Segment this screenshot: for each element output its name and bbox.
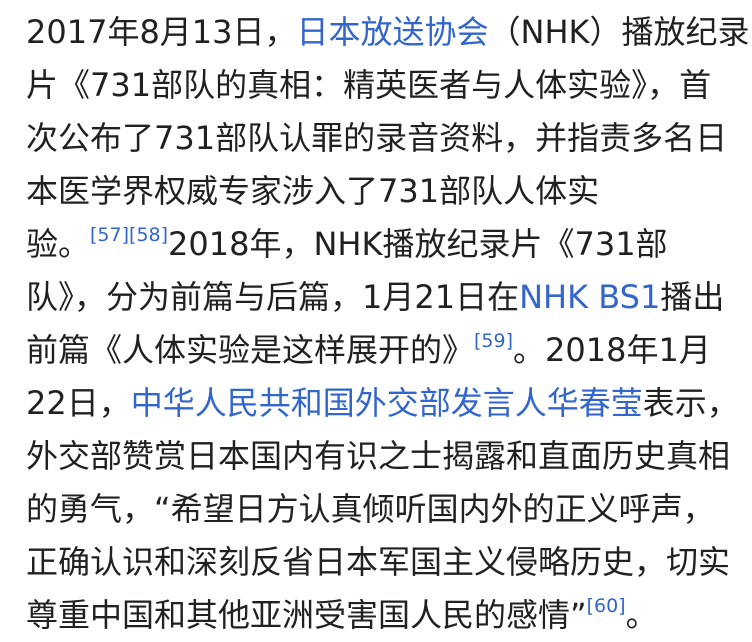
link-mfa-spokesperson-office[interactable]: 中华人民共和国外交部发言人 — [131, 384, 547, 422]
text-segment: 尊重中国和其他亚洲受害国人民的感情” — [26, 596, 587, 634]
text-line-1: 2017年8月13日，日本放送协会（NHK）播放纪录 — [26, 6, 750, 59]
citation-59[interactable]: [59] — [474, 330, 513, 352]
text-segment: 表示， — [642, 384, 739, 422]
text-segment: 播出 — [660, 278, 725, 316]
text-line-10: 的勇气，“希望日方认真倾听国内外的正义呼声， — [26, 490, 715, 528]
text-line-8: 22日，中华人民共和国外交部发言人华春莹表示， — [26, 377, 739, 430]
text-line-9: 外交部赞赏日本国内有识之士揭露和直面历史真相 — [26, 437, 731, 475]
text-segment: 前篇《人体实验是这样展开的》 — [26, 331, 475, 369]
text-segment: 。 — [625, 596, 658, 634]
citation-57[interactable]: [57] — [90, 224, 129, 246]
citation-60[interactable]: [60] — [587, 595, 626, 617]
text-segment: 。2018年1月 — [513, 331, 711, 369]
text-segment: 2017年8月13日， — [26, 13, 297, 51]
citation-57-link[interactable]: [57] — [90, 224, 129, 246]
text-line-2: 片《731部队的真相：精英医者与人体实验》，首 — [26, 66, 712, 104]
article-paragraph: 2017年8月13日，日本放送协会（NHK）播放纪录 片《731部队的真相：精英… — [26, 6, 750, 642]
link-nhk[interactable]: 日本放送协会 — [297, 13, 489, 51]
text-line-3: 次公布了731部队认罪的录音资料，并指责多名日 — [26, 119, 728, 157]
text-segment: 队》，分为前篇与后篇，1月21日在 — [26, 278, 520, 316]
text-line-12: 尊重中国和其他亚洲受害国人民的感情”[60]。 — [26, 589, 726, 642]
text-segment: （NHK）播放纪录 — [488, 13, 750, 51]
text-segment: 2018年，NHK播放纪录片《731部 — [168, 225, 668, 263]
citation-60-link[interactable]: [60] — [587, 595, 626, 617]
text-line-5: 验。[57][58]2018年，NHK播放纪录片《731部 — [26, 218, 726, 271]
text-line-7: 前篇《人体实验是这样展开的》[59]。2018年1月 — [26, 324, 726, 377]
citation-58[interactable]: [58] — [129, 224, 168, 246]
citation-59-link[interactable]: [59] — [474, 330, 513, 352]
citation-58-link[interactable]: [58] — [129, 224, 168, 246]
text-segment: 验。 — [26, 225, 91, 263]
text-segment: 22日， — [26, 384, 131, 422]
text-line-11: 正确认识和深刻反省日本军国主义侵略历史，切实 — [26, 543, 731, 581]
text-line-4: 本医学界权威专家涉入了731部队人体实 — [26, 172, 600, 210]
link-hua-chunying[interactable]: 华春莹 — [547, 384, 643, 422]
link-nhk-bs1[interactable]: NHK BS1 — [519, 278, 660, 316]
text-line-6: 队》，分为前篇与后篇，1月21日在NHK BS1播出 — [26, 271, 726, 324]
